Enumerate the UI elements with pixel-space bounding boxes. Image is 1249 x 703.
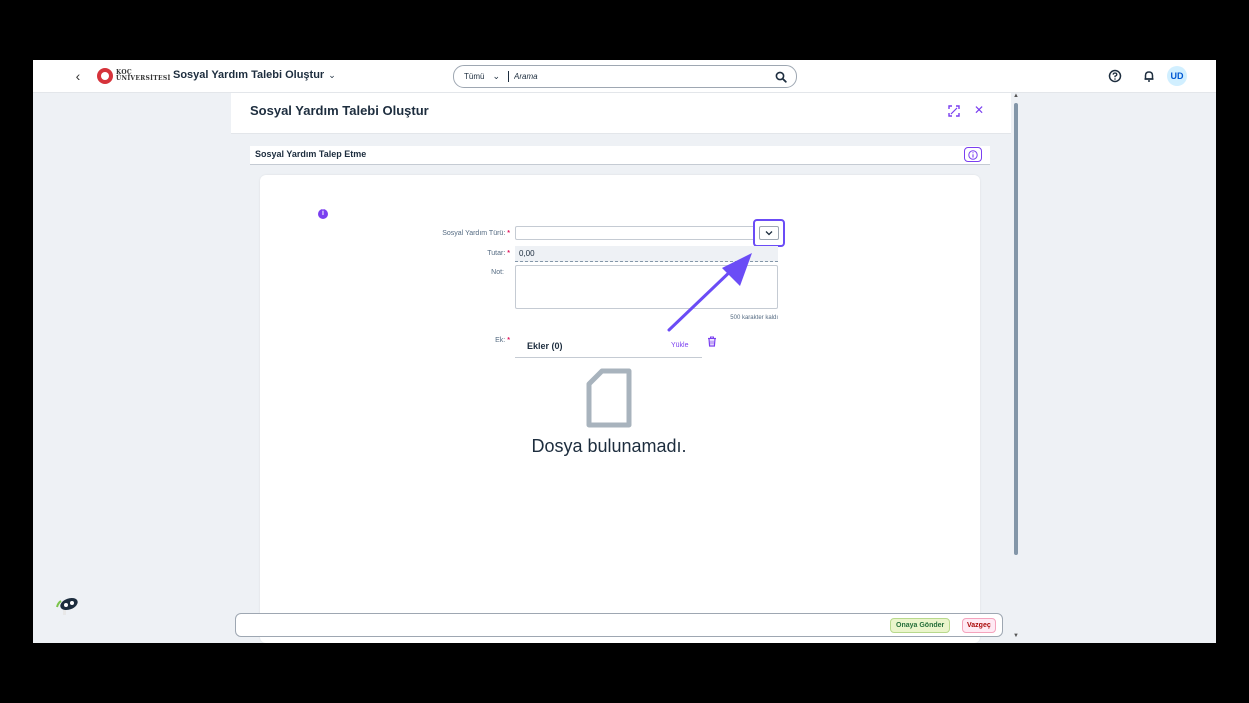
dropdown-button[interactable] xyxy=(753,219,785,247)
trash-icon[interactable] xyxy=(707,334,717,347)
footer-toolbar: Onaya Gönder Vazgeç xyxy=(235,613,1003,637)
attachment-label: Ek: * xyxy=(390,337,510,344)
amount-label: Tutar: * xyxy=(390,250,510,257)
social-aid-type-select[interactable] xyxy=(515,226,778,240)
section-header: Sosyal Yardım Talep Etme xyxy=(250,146,990,165)
app-title: Sosyal Yardım Talebi Oluştur xyxy=(173,69,325,81)
upload-link[interactable]: Yükle xyxy=(671,342,689,349)
chevron-down-icon: ⌄ xyxy=(492,71,500,81)
search-bar: Tümü ⌄ xyxy=(453,65,797,88)
amount-label-text: Tutar: xyxy=(487,250,506,257)
expand-icon[interactable] xyxy=(947,104,961,118)
avatar[interactable]: UD xyxy=(1167,66,1187,86)
dialog: Sosyal Yardım Talebi Oluştur ✕ Sosyal Ya… xyxy=(231,93,1011,643)
bell-icon[interactable] xyxy=(1142,69,1156,83)
form-card: i Sosyal Yardım Türü: * Tutar: * 0,00 Not:… xyxy=(260,175,980,643)
note-label-text: Not: xyxy=(491,269,504,276)
chevron-down-icon xyxy=(765,231,773,236)
required-marker: * xyxy=(507,337,510,344)
attachments-title: Ekler (0) xyxy=(527,341,563,351)
info-icon[interactable]: i xyxy=(318,209,328,219)
chevron-down-icon: ⌄ xyxy=(328,69,336,80)
dialog-header: Sosyal Yardım Talebi Oluştur ✕ xyxy=(231,93,1011,134)
required-marker: * xyxy=(507,230,510,237)
logo[interactable]: KOÇ ÜNİVERSİTESİ xyxy=(97,68,171,84)
help-icon[interactable] xyxy=(1108,69,1122,83)
search-scope-select[interactable]: Tümü ⌄ xyxy=(454,71,509,82)
approve-button[interactable]: Onaya Gönder xyxy=(890,618,951,633)
scrollbar-thumb[interactable] xyxy=(1014,103,1018,555)
required-marker: * xyxy=(507,250,510,257)
app-title-menu[interactable]: Sosyal Yardım Talebi Oluştur ⌄ xyxy=(173,69,336,81)
scroll-up-icon[interactable]: ▲ xyxy=(1013,93,1019,99)
cancel-button[interactable]: Vazgeç xyxy=(962,618,996,633)
shell-bar: ‹ KOÇ ÜNİVERSİTESİ Sosyal Yardım Talebi … xyxy=(33,60,1216,93)
file-icon xyxy=(585,367,633,429)
search-input[interactable] xyxy=(509,71,770,82)
logo-line-2: ÜNİVERSİTESİ xyxy=(116,75,171,82)
logo-text: KOÇ ÜNİVERSİTESİ xyxy=(116,70,171,82)
close-icon[interactable]: ✕ xyxy=(972,101,986,119)
info-button[interactable] xyxy=(964,147,982,162)
search-scope-label: Tümü xyxy=(464,72,485,81)
search-icon[interactable] xyxy=(770,66,792,87)
back-icon[interactable]: ‹ xyxy=(71,68,85,84)
dropdown-button-inner xyxy=(759,226,779,240)
scroll-down-icon[interactable]: ▼ xyxy=(1013,633,1019,639)
app-window: ‹ KOÇ ÜNİVERSİTESİ Sosyal Yardım Talebi … xyxy=(33,60,1216,643)
type-label: Sosyal Yardım Türü: * xyxy=(390,230,510,237)
annotation-arrow xyxy=(667,253,752,332)
section-title: Sosyal Yardım Talep Etme xyxy=(255,149,367,159)
attachments-header: Ekler (0) Yükle xyxy=(515,333,702,358)
type-label-text: Sosyal Yardım Türü: xyxy=(442,230,506,237)
attachment-label-text: Ek: xyxy=(495,337,506,344)
dialog-title: Sosyal Yardım Talebi Oluştur xyxy=(250,103,429,118)
scrollbar[interactable]: ▲ ▼ xyxy=(1012,93,1020,643)
logo-mark xyxy=(97,68,113,84)
info-icon xyxy=(968,149,978,160)
note-label: Not: xyxy=(390,269,510,276)
empty-state-text: Dosya bulunamadı. xyxy=(531,436,687,456)
feedback-icon[interactable] xyxy=(55,595,81,621)
